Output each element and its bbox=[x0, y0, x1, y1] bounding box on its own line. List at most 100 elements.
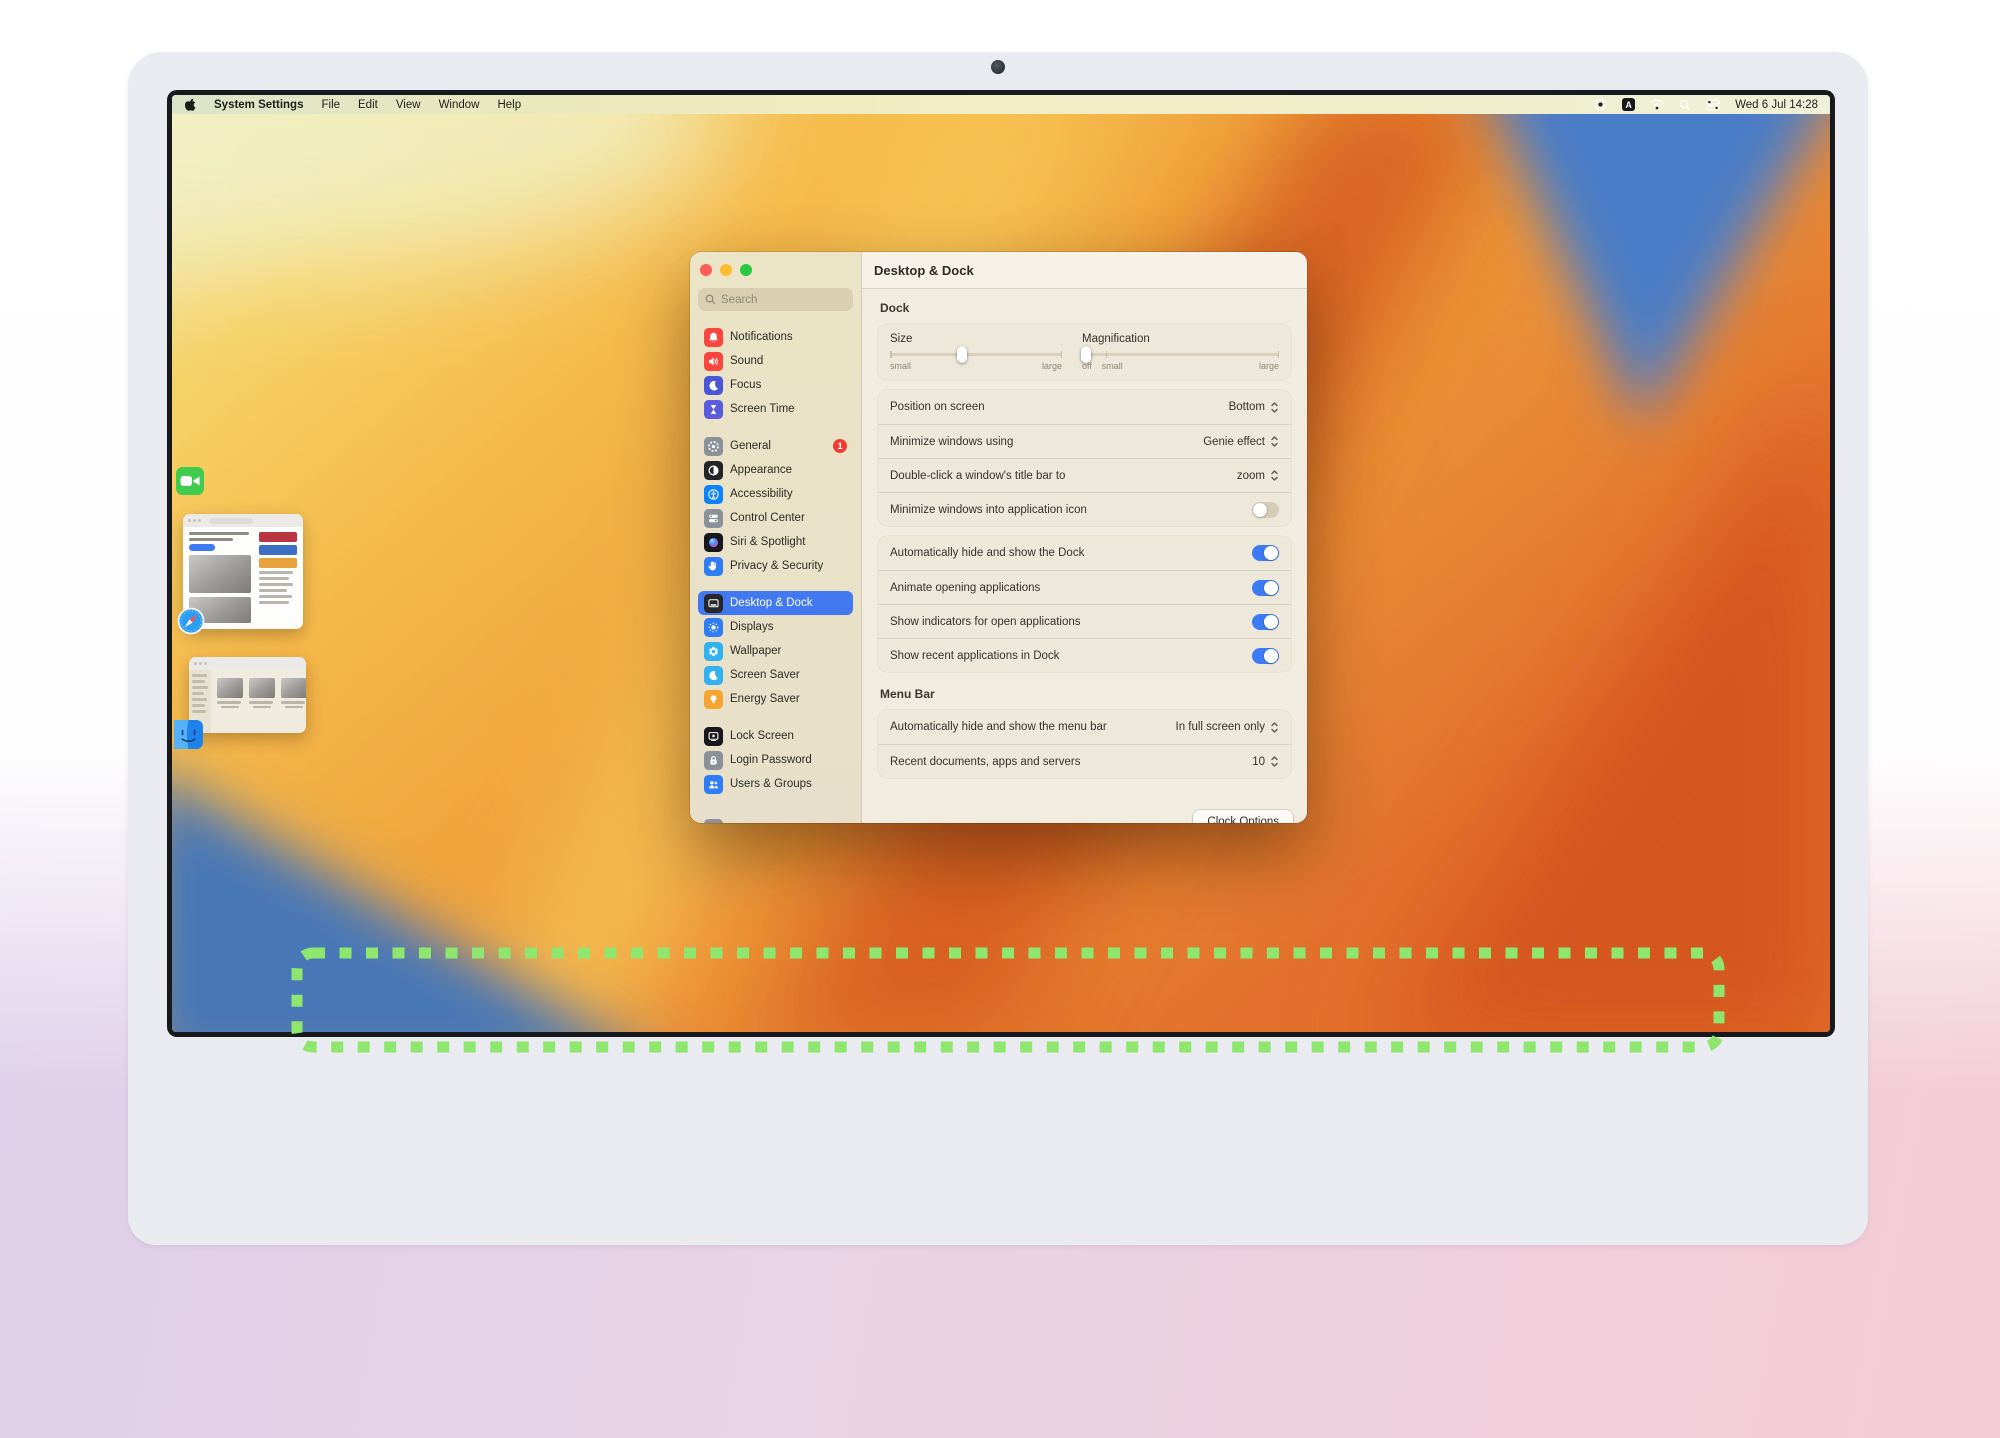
file-thumbnail bbox=[217, 678, 243, 725]
close-button[interactable] bbox=[700, 264, 712, 276]
screen-recording-icon[interactable] bbox=[1594, 98, 1607, 111]
camera-dot bbox=[991, 60, 1005, 74]
settings-sidebar: Search Notifications Sound bbox=[690, 252, 862, 823]
sidebar-item-screen-time[interactable]: Screen Time bbox=[698, 397, 853, 421]
menu-item-help[interactable]: Help bbox=[497, 99, 521, 111]
menu-clock[interactable]: Wed 6 Jul 14:28 bbox=[1735, 99, 1818, 111]
sidebar-item-privacy-security[interactable]: Privacy & Security bbox=[698, 554, 853, 578]
partial-icon bbox=[704, 819, 723, 824]
notification-badge: 1 bbox=[833, 439, 847, 453]
toggle-animate-opening[interactable] bbox=[1252, 580, 1279, 596]
section-header-dock: Dock bbox=[880, 301, 1291, 315]
toggle-auto-hide-dock[interactable] bbox=[1252, 545, 1279, 561]
sidebar-label: Focus bbox=[730, 379, 761, 391]
sidebar-item-control-center[interactable]: Control Center bbox=[698, 506, 853, 530]
car-photo-1 bbox=[189, 555, 251, 593]
crescent-icon bbox=[704, 666, 723, 685]
system-settings-window: Search Notifications Sound bbox=[690, 252, 1307, 823]
sidebar-item-wallpaper[interactable]: Wallpaper bbox=[698, 639, 853, 663]
search-input[interactable]: Search bbox=[698, 288, 853, 311]
stepper-icon bbox=[1270, 754, 1279, 769]
row-show-indicators: Show indicators for open applications bbox=[878, 604, 1291, 638]
toggle-show-recent[interactable] bbox=[1252, 648, 1279, 664]
menu-bar: System Settings File Edit View Window He… bbox=[172, 95, 1830, 114]
row-minimize-into-icon: Minimize windows into application icon bbox=[878, 492, 1291, 526]
menu-app-name[interactable]: System Settings bbox=[214, 99, 303, 111]
sidebar-item-displays[interactable]: Displays bbox=[698, 615, 853, 639]
apple-menu-icon[interactable] bbox=[184, 98, 196, 111]
appearance-icon bbox=[704, 461, 723, 480]
toggle-show-indicators[interactable] bbox=[1252, 614, 1279, 630]
size-slider[interactable] bbox=[890, 353, 1062, 356]
zoom-button[interactable] bbox=[740, 264, 752, 276]
sidebar-label: Sound bbox=[730, 355, 763, 367]
minimize-effect-dropdown[interactable]: Genie effect bbox=[1203, 434, 1279, 449]
sidebar-item-focus[interactable]: Focus bbox=[698, 373, 853, 397]
thumb-blue-button bbox=[189, 544, 215, 551]
control-center-icon bbox=[704, 509, 723, 528]
size-min-label: small bbox=[890, 361, 911, 371]
sidebar-item-appearance[interactable]: Appearance bbox=[698, 458, 853, 482]
stepper-icon bbox=[1270, 400, 1279, 415]
sidebar-item-partial[interactable] bbox=[698, 816, 853, 823]
search-placeholder: Search bbox=[721, 294, 757, 306]
row-auto-hide-menubar: Automatically hide and show the menu bar… bbox=[878, 710, 1291, 744]
flower-icon bbox=[704, 642, 723, 661]
sidebar-item-energy-saver[interactable]: Energy Saver bbox=[698, 687, 853, 711]
minimize-button[interactable] bbox=[720, 264, 732, 276]
magnification-slider[interactable] bbox=[1082, 353, 1279, 356]
sidebar-item-lock-screen[interactable]: Lock Screen bbox=[698, 724, 853, 748]
moon-icon bbox=[704, 376, 723, 395]
sidebar-item-notifications[interactable]: Notifications bbox=[698, 325, 853, 349]
sidebar-item-accessibility[interactable]: Accessibility bbox=[698, 482, 853, 506]
clock-options-button[interactable]: Clock Options bbox=[1193, 810, 1293, 823]
sidebar-item-general[interactable]: General 1 bbox=[698, 434, 853, 458]
control-center-icon[interactable] bbox=[1706, 99, 1720, 111]
size-slider-label: Size bbox=[890, 333, 1062, 345]
toggle-minimize-into-icon[interactable] bbox=[1252, 502, 1279, 518]
sidebar-label: Login Password bbox=[730, 754, 812, 766]
sun-icon bbox=[704, 618, 723, 637]
row-show-recent: Show recent applications in Dock bbox=[878, 638, 1291, 672]
sidebar-label: General bbox=[730, 440, 771, 452]
pane-title: Desktop & Dock bbox=[862, 252, 1307, 289]
mag-min-label: small bbox=[1102, 361, 1123, 371]
screen-bezel: System Settings File Edit View Window He… bbox=[167, 90, 1835, 1037]
sidebar-item-users-groups[interactable]: Users & Groups bbox=[698, 772, 853, 796]
input-source-icon[interactable]: A bbox=[1622, 98, 1635, 111]
magnification-slider-label: Magnification bbox=[1082, 333, 1279, 345]
sidebar-label: Notifications bbox=[730, 331, 793, 343]
sidebar-item-sound[interactable]: Sound bbox=[698, 349, 853, 373]
search-icon bbox=[705, 294, 716, 305]
menu-item-file[interactable]: File bbox=[321, 99, 340, 111]
menubar-hide-dropdown[interactable]: In full screen only bbox=[1176, 720, 1280, 735]
menu-item-window[interactable]: Window bbox=[439, 99, 480, 111]
accessibility-icon bbox=[704, 485, 723, 504]
recent-documents-dropdown[interactable]: 10 bbox=[1252, 754, 1279, 769]
double-click-dropdown[interactable]: zoom bbox=[1237, 468, 1279, 483]
safari-icon[interactable] bbox=[177, 607, 205, 640]
menu-item-view[interactable]: View bbox=[396, 99, 421, 111]
sidebar-item-login-password[interactable]: Login Password bbox=[698, 748, 853, 772]
facetime-icon[interactable] bbox=[176, 467, 204, 500]
sidebar-item-siri-spotlight[interactable]: Siri & Spotlight bbox=[698, 530, 853, 554]
sidebar-label: Appearance bbox=[730, 464, 792, 476]
sidebar-item-desktop-dock[interactable]: Desktop & Dock bbox=[698, 591, 853, 615]
sidebar-label: Displays bbox=[730, 621, 773, 633]
spotlight-search-icon[interactable] bbox=[1679, 99, 1691, 111]
position-dropdown[interactable]: Bottom bbox=[1229, 400, 1279, 415]
small-tick bbox=[1106, 351, 1108, 358]
stepper-icon bbox=[1270, 434, 1279, 449]
bulb-icon bbox=[704, 690, 723, 709]
sidebar-item-screen-saver[interactable]: Screen Saver bbox=[698, 663, 853, 687]
users-icon bbox=[704, 775, 723, 794]
row-animate-opening: Animate opening applications bbox=[878, 570, 1291, 604]
sidebar-label: Screen Saver bbox=[730, 669, 800, 681]
row-recent-documents: Recent documents, apps and servers 10 bbox=[878, 744, 1291, 778]
display: System Settings File Edit View Window He… bbox=[172, 95, 1830, 1032]
wifi-icon[interactable] bbox=[1650, 99, 1664, 110]
finder-window-thumbnail[interactable] bbox=[189, 657, 306, 733]
finder-icon[interactable] bbox=[174, 720, 203, 754]
sidebar-label: Wallpaper bbox=[730, 645, 781, 657]
menu-item-edit[interactable]: Edit bbox=[358, 99, 378, 111]
